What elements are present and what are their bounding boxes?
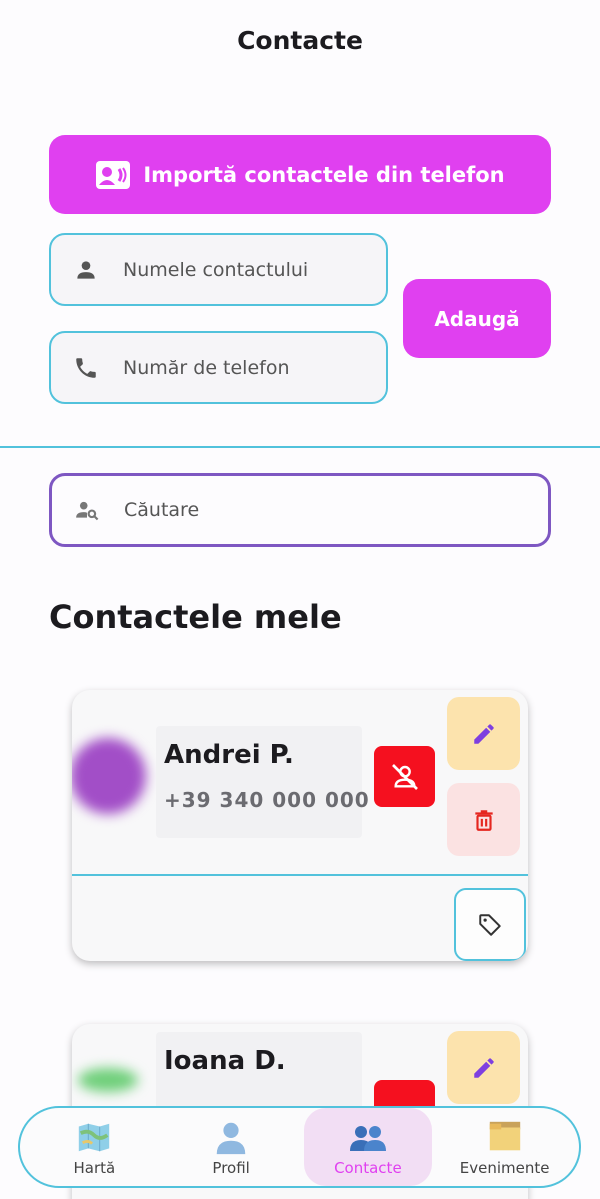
nav-item-profil[interactable]: Profil <box>167 1108 296 1186</box>
section-title: Contactele mele <box>49 598 342 636</box>
search-input[interactable] <box>124 499 524 521</box>
edit-contact-button[interactable] <box>447 1031 520 1104</box>
person-icon <box>77 260 95 279</box>
phone-number-field[interactable] <box>49 331 388 404</box>
avatar <box>72 738 146 814</box>
nav-label: Profil <box>212 1159 250 1177</box>
nav-label: Evenimente <box>459 1159 550 1177</box>
map-icon <box>74 1117 114 1157</box>
people-icon <box>348 1117 388 1157</box>
pencil-icon <box>473 723 494 744</box>
nav-label: Contacte <box>334 1159 402 1177</box>
phone-icon <box>76 357 96 378</box>
tag-icon <box>479 913 501 936</box>
edit-contact-button[interactable] <box>447 697 520 770</box>
person-off-icon <box>391 763 418 790</box>
add-contact-button[interactable]: Adaugă <box>403 279 551 358</box>
person-search-icon <box>76 501 99 521</box>
person-icon <box>211 1117 251 1157</box>
bottom-nav: Hartă Profil Contacte Evenimente <box>18 1106 581 1188</box>
nav-item-evenimente[interactable]: Evenimente <box>440 1108 569 1186</box>
nav-item-harta[interactable]: Hartă <box>30 1108 159 1186</box>
import-contacts-label: Importă contactele din telefon <box>143 162 505 187</box>
tag-button[interactable] <box>454 888 526 961</box>
nav-item-contacte[interactable]: Contacte <box>303 1108 433 1186</box>
search-field[interactable] <box>49 473 551 547</box>
folder-icon <box>485 1117 525 1157</box>
contact-name-input[interactable] <box>123 258 353 281</box>
contact-name-field[interactable] <box>49 233 388 306</box>
contact-card-icon <box>96 160 131 189</box>
import-contacts-button[interactable]: Importă contactele din telefon <box>49 135 551 214</box>
phone-number-input[interactable] <box>123 356 353 379</box>
contact-info: Andrei P. +39 340 000 000 <box>156 726 369 838</box>
avatar <box>78 1068 138 1092</box>
contact-card: Andrei P. +39 340 000 000 <box>72 690 528 961</box>
pencil-icon <box>473 1057 494 1078</box>
nav-label: Hartă <box>73 1159 116 1177</box>
block-contact-button[interactable] <box>374 746 435 807</box>
form-divider <box>0 446 600 448</box>
contact-phone: +39 340 000 000 <box>164 788 370 812</box>
delete-contact-button[interactable] <box>447 783 520 856</box>
contact-name: Ioana D. <box>164 1046 286 1076</box>
trash-icon <box>474 809 493 831</box>
contact-name: Andrei P. <box>164 740 294 770</box>
page-title: Contacte <box>237 26 363 55</box>
card-divider <box>72 874 528 876</box>
